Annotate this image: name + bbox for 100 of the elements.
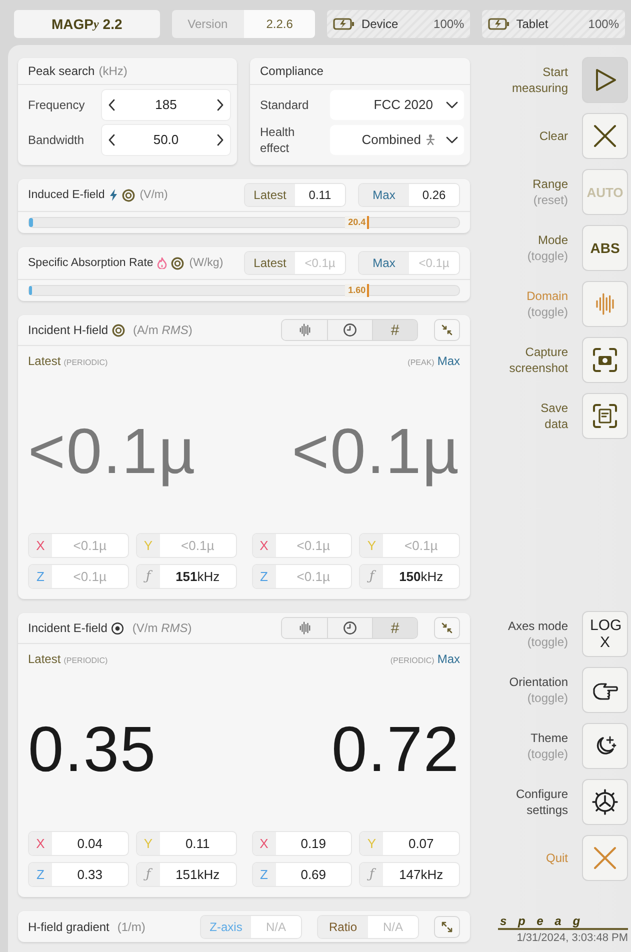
axis-label: Z (29, 863, 52, 886)
latest-label: Latest (28, 354, 61, 368)
axis-label: ƒ (136, 565, 160, 588)
expand-icon (441, 920, 453, 932)
waveform-icon (595, 291, 615, 317)
action-button[interactable]: LOG X (582, 611, 628, 657)
action-hint: (toggle) (527, 746, 568, 762)
action-label: Theme (530, 730, 568, 746)
flame-icon (157, 257, 168, 269)
field-label: Standard (260, 96, 310, 112)
limit-marker: 20.4 (345, 216, 369, 229)
action-hint: (toggle) (527, 634, 568, 650)
gradient-value: N/A (368, 916, 418, 938)
action-button[interactable] (582, 113, 628, 159)
card-title: Peak search (28, 64, 95, 78)
axis-label: X (29, 832, 52, 855)
expand-button[interactable] (434, 916, 460, 938)
latest-label: Latest (28, 652, 61, 666)
sensor-ring-icon (112, 324, 126, 336)
axis-value: 151kHz (174, 866, 221, 884)
axis-value: 147kHz (398, 866, 444, 884)
action-label: Quit (546, 850, 568, 866)
view-tab[interactable] (327, 320, 372, 340)
max-label: Max (437, 354, 460, 368)
axis-value: 0.11 (184, 835, 211, 853)
axis-label: X (29, 534, 52, 557)
gradient-label: Ratio (318, 916, 368, 938)
max-reading: 0.72 (331, 712, 460, 786)
action-label: Axes mode (508, 618, 568, 634)
battery-label: Tablet (516, 17, 548, 31)
number-stepper[interactable]: 185 (101, 88, 231, 120)
chevron-right-icon (216, 98, 224, 110)
battery-icon (488, 18, 510, 30)
clock-icon (343, 621, 357, 635)
chevron-down-icon (446, 136, 458, 144)
close-icon (593, 846, 617, 870)
clock-icon (343, 323, 357, 337)
axis-value: 0.33 (76, 866, 104, 884)
action-hint: (reset) (533, 192, 568, 208)
axis-label: Y (136, 534, 160, 557)
action-label: Range (532, 176, 568, 192)
axis-label: X (252, 832, 276, 855)
latest-value: <0.1µ (295, 252, 345, 274)
card-title: Compliance (260, 64, 324, 78)
note-label: (PERIODIC) (64, 656, 108, 665)
view-tab[interactable]: # (372, 618, 417, 638)
view-tab[interactable] (327, 618, 372, 638)
select-dropdown[interactable]: FCC 2020 (330, 90, 464, 120)
gear-icon (592, 789, 618, 815)
action-label: Mode (538, 232, 568, 248)
collapse-icon (441, 324, 453, 336)
unit-label: (kHz) (98, 64, 128, 78)
collapse-button[interactable] (434, 617, 460, 639)
action-label: Capture screenshot (509, 344, 568, 376)
axis-value: 0.69 (300, 866, 328, 884)
action-button[interactable] (582, 779, 628, 825)
max-label: Max (437, 652, 460, 666)
note-label: (PERIODIC) (390, 656, 434, 665)
collapse-button[interactable] (434, 319, 460, 341)
chevron-right-icon (216, 134, 224, 146)
action-label: Start measuring (512, 64, 568, 96)
view-tab[interactable] (282, 320, 327, 340)
sensor-ring-icon (171, 256, 184, 270)
chevron-left-icon (108, 134, 116, 146)
action-label: Clear (539, 128, 568, 144)
axis-value: <0.1µ (296, 537, 331, 555)
field-label: Frequency (28, 98, 86, 112)
select-dropdown[interactable]: Combined (330, 124, 464, 154)
unit-label: (V/m RMS) (132, 621, 192, 635)
chevron-left-icon (108, 98, 116, 110)
view-tab[interactable]: # (372, 320, 417, 340)
max-value: 0.26 (409, 184, 459, 206)
action-button[interactable]: ABS (582, 225, 628, 271)
document-icon (592, 403, 618, 429)
unit-label: (W/kg) (189, 257, 224, 269)
latest-label: Latest (245, 252, 295, 274)
axis-label: Y (136, 832, 160, 855)
battery-value: 100% (434, 17, 464, 31)
axis-value: <0.1µ (72, 537, 108, 555)
action-button[interactable] (582, 337, 628, 383)
axis-label: X (252, 534, 276, 557)
action-button[interactable] (582, 393, 628, 439)
person-icon (426, 134, 435, 145)
note-label: (PEAK) (408, 358, 434, 367)
sensor-dot-icon (111, 622, 124, 634)
action-label: Orientation (509, 674, 568, 690)
unit-label: (1/m) (117, 920, 146, 934)
card-title: Incident H-field (28, 323, 108, 337)
axis-value: 0.19 (300, 835, 328, 853)
axis-label: Y (360, 534, 384, 557)
axis-value: 0.04 (76, 835, 104, 853)
number-stepper[interactable]: 50.0 (101, 124, 231, 156)
axis-value: <0.1µ (404, 537, 439, 555)
view-tab[interactable] (282, 618, 327, 638)
max-reading: <0.1µ (292, 414, 460, 488)
camera-icon (592, 347, 618, 373)
action-button[interactable] (582, 667, 628, 713)
action-label: Configure settings (514, 786, 568, 818)
card-title: Specific Absorption Rate (28, 257, 154, 269)
action-button[interactable] (582, 723, 628, 769)
